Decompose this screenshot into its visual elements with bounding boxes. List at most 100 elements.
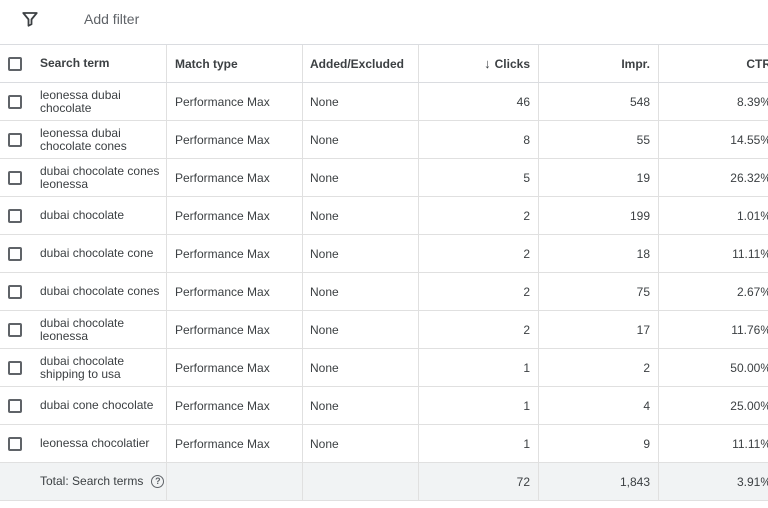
search-term-cell[interactable]: dubai chocolate cones leonessa [30, 159, 167, 196]
impr-cell: 55 [539, 121, 659, 158]
filter-icon[interactable] [21, 10, 39, 28]
table-row[interactable]: dubai cone chocolate Performance Max None 1… [0, 387, 768, 425]
clicks-cell: 1 [419, 349, 539, 386]
search-term-cell[interactable]: dubai chocolate cones [30, 273, 167, 310]
ctr-cell: 11.11% [732, 246, 768, 261]
ctr-cell: 8.39% [736, 94, 768, 109]
table-row[interactable]: dubai chocolate cone Performance Max None 2… [0, 235, 768, 273]
row-select-cell [0, 425, 30, 462]
header-clicks-label: Clicks [494, 56, 530, 71]
total-spacer-cell [0, 463, 30, 500]
row-select-cell [0, 349, 30, 386]
row-checkbox[interactable] [8, 360, 22, 375]
search-term-cell[interactable]: dubai chocolate cone [30, 235, 167, 272]
row-checkbox[interactable] [8, 246, 22, 261]
header-match-type[interactable]: Match type [167, 45, 303, 82]
row-select-cell [0, 197, 30, 234]
ctr-cell: 25.00% [730, 398, 768, 413]
header-clicks[interactable]: ↓ Clicks [419, 45, 539, 82]
match-type-cell: Performance Max [167, 387, 303, 424]
added-excluded-cell: None [303, 273, 419, 310]
select-all-cell [0, 45, 30, 82]
added-excluded-cell: None [303, 159, 419, 196]
total-ctr: 3.91% [736, 474, 768, 489]
match-type-cell: Performance Max [167, 83, 303, 120]
ctr-cell: 50.00% [730, 360, 768, 375]
header-search-term[interactable]: Search term [30, 45, 167, 82]
impr-cell: 9 [539, 425, 659, 462]
clicks-cell: 2 [419, 273, 539, 310]
help-circle-icon[interactable]: ? [151, 475, 165, 488]
row-checkbox[interactable] [8, 132, 22, 147]
table-row[interactable]: leonessa chocolatier Performance Max None 1… [0, 425, 768, 463]
search-term-cell[interactable]: leonessa dubai chocolate [30, 83, 167, 120]
ctr-cell: 2.67% [736, 284, 768, 299]
table-row[interactable]: dubai chocolate cones Performance Max None… [0, 273, 768, 311]
ctr-cell: 1.01% [736, 208, 768, 223]
select-all-checkbox[interactable] [8, 56, 22, 71]
row-checkbox[interactable] [8, 208, 22, 223]
impr-cell: 548 [539, 83, 659, 120]
row-checkbox[interactable] [8, 398, 22, 413]
ctr-cell: 11.76% [731, 322, 768, 337]
row-select-cell [0, 273, 30, 310]
row-select-cell [0, 235, 30, 272]
total-added-cell [303, 463, 419, 500]
row-select-cell [0, 159, 30, 196]
search-term-cell[interactable]: dubai chocolate shipping to usa [30, 349, 167, 386]
row-checkbox[interactable] [8, 322, 22, 337]
row-checkbox[interactable] [8, 436, 22, 451]
filter-bar: Add filter [0, 0, 768, 44]
search-term-cell[interactable]: leonessa dubai chocolate cones [30, 121, 167, 158]
added-excluded-cell: None [303, 83, 419, 120]
added-excluded-cell: None [303, 425, 419, 462]
table-row[interactable]: leonessa dubai chocolate Performance Max N… [0, 83, 768, 121]
row-checkbox[interactable] [8, 94, 22, 109]
clicks-cell: 1 [419, 387, 539, 424]
row-checkbox[interactable] [8, 170, 22, 185]
row-select-cell [0, 311, 30, 348]
clicks-cell: 1 [419, 425, 539, 462]
total-clicks: 72 [419, 463, 539, 500]
match-type-cell: Performance Max [167, 273, 303, 310]
added-excluded-cell: None [303, 235, 419, 272]
impr-cell: 75 [539, 273, 659, 310]
match-type-cell: Performance Max [167, 311, 303, 348]
search-term-cell[interactable]: dubai chocolate leonessa [30, 311, 167, 348]
search-term-cell[interactable]: dubai cone chocolate [30, 387, 167, 424]
impr-cell: 18 [539, 235, 659, 272]
total-impr: 1,843 [539, 463, 659, 500]
total-match-cell [167, 463, 303, 500]
search-term-cell[interactable]: leonessa chocolatier [30, 425, 167, 462]
search-term-cell[interactable]: dubai chocolate [30, 197, 167, 234]
header-impr[interactable]: Impr. [539, 45, 659, 82]
table-row[interactable]: leonessa dubai chocolate cones Performanc… [0, 121, 768, 159]
total-label-cell: Total: Search terms ? [30, 463, 167, 500]
table-row[interactable]: dubai chocolate leonessa Performance Max N… [0, 311, 768, 349]
added-excluded-cell: None [303, 387, 419, 424]
header-ctr[interactable]: CTR [659, 45, 768, 82]
clicks-cell: 5 [419, 159, 539, 196]
clicks-cell: 2 [419, 197, 539, 234]
table-row[interactable]: dubai chocolate Performance Max None 2 199 1.… [0, 197, 768, 235]
arrow-down-icon: ↓ [484, 56, 491, 71]
row-select-cell [0, 387, 30, 424]
add-filter-button[interactable]: Add filter [84, 11, 139, 27]
match-type-cell: Performance Max [167, 159, 303, 196]
ctr-cell: 26.32% [730, 170, 768, 185]
impr-cell: 19 [539, 159, 659, 196]
total-row: Total: Search terms ? 72 1,843 3.91% [0, 463, 768, 501]
search-terms-table: Search term Match type Added/Excluded ↓ … [0, 44, 768, 501]
table-row[interactable]: dubai chocolate shipping to usa Performan… [0, 349, 768, 387]
clicks-cell: 2 [419, 235, 539, 272]
impr-cell: 2 [539, 349, 659, 386]
table-row[interactable]: dubai chocolate cones leonessa Performanc… [0, 159, 768, 197]
added-excluded-cell: None [303, 197, 419, 234]
row-select-cell [0, 121, 30, 158]
clicks-cell: 2 [419, 311, 539, 348]
clicks-cell: 8 [419, 121, 539, 158]
row-checkbox[interactable] [8, 284, 22, 299]
ctr-cell: 14.55% [730, 132, 768, 147]
header-added-excluded[interactable]: Added/Excluded [303, 45, 419, 82]
impr-cell: 199 [539, 197, 659, 234]
